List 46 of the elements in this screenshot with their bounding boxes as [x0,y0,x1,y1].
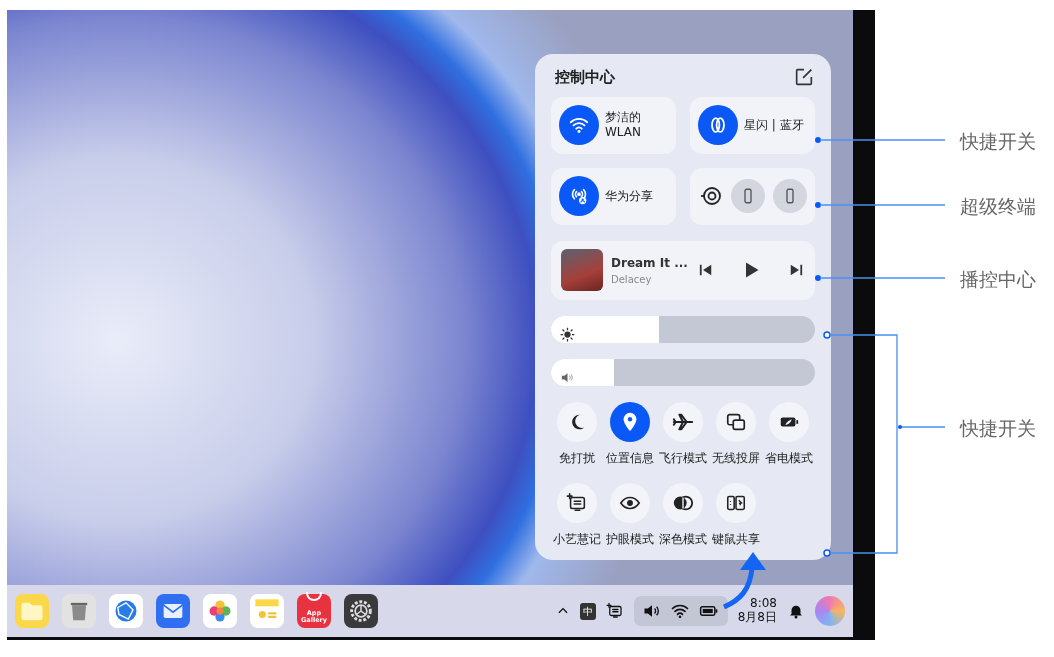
clock-time[interactable]: 8:08 [737,597,777,611]
toggle-label: 深色模式 [659,530,707,548]
artist-name: Delacey [611,272,653,287]
shortcut-tile[interactable]: 星闪 | 蓝牙 [690,96,815,154]
target-icon [698,184,723,208]
song-title: Dream It ... [611,254,689,272]
toggle-button[interactable] [559,176,599,216]
annotation-label: 播控中心 [960,267,1036,292]
album-art [561,249,603,291]
annotation-label: 超级终端 [960,194,1036,219]
super-device-tile[interactable] [690,167,815,225]
tile-label: 星闪 | 蓝牙 [744,117,804,133]
input-method-indicator[interactable]: 中 [579,602,596,620]
tile-label: 梦洁的 WLAN [605,110,641,140]
note-sparkle-icon[interactable] [605,602,624,620]
shortcut-tile[interactable]: 华为分享 [551,167,676,225]
toggle-label: 护眼模式 [606,530,655,548]
toggle-button[interactable] [698,105,738,145]
toggle-button[interactable] [559,105,599,145]
device-button[interactable] [730,179,765,213]
mail-icon[interactable] [156,594,190,628]
clock-date[interactable]: 8月8日 [737,611,777,625]
toggle-button[interactable] [663,401,703,442]
toggle-label: 免打扰 [559,449,596,467]
flower-icon[interactable] [203,594,237,628]
slider-track[interactable] [551,315,815,343]
toggle-label: 省电模式 [764,449,813,467]
toggle-button[interactable] [663,482,703,523]
toggle-label: 位置信息 [606,449,655,467]
gear-icon[interactable] [344,594,378,628]
brightness-icon [560,326,575,342]
annotation-label: 快捷开关 [960,129,1036,154]
trash-icon[interactable] [62,594,96,628]
slider-track[interactable] [551,358,815,386]
toggle-label: 飞行模式 [659,449,707,467]
globe-icon[interactable] [109,594,143,628]
tile-label: 华为分享 [605,188,653,204]
device-button[interactable] [772,179,807,213]
shortcut-tile[interactable]: 梦洁的 WLAN [551,96,676,154]
annotation-label: 快捷开关 [960,416,1036,441]
toggle-label: 小艺慧记 [553,530,602,548]
toggle-button[interactable] [610,401,651,442]
toggle-label: 键鼠共享 [711,530,760,548]
toggle-label: 无线投屏 [711,449,760,467]
status-tray[interactable] [633,596,728,626]
panel-title: 控制中心 [555,67,615,88]
